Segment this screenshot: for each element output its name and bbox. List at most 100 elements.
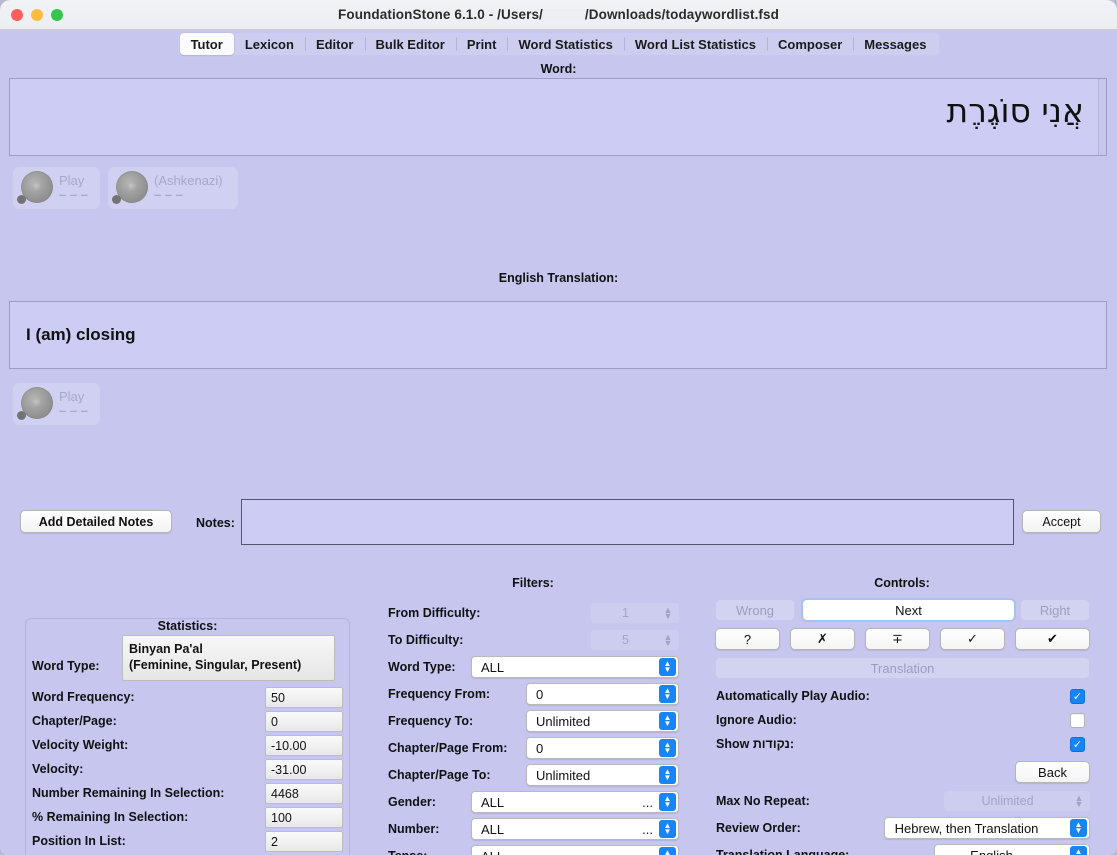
word-heading: Word: bbox=[540, 62, 577, 76]
chevron-updown-icon: ▲▼ bbox=[1070, 846, 1087, 855]
word-type-select[interactable]: ALL ▲ ▼ bbox=[471, 656, 679, 678]
frequency-to-select[interactable]: Unlimited ▲ ▼ bbox=[526, 710, 679, 732]
chevron-updown-icon: ▲▼ bbox=[659, 685, 676, 703]
chevron-updown-icon: ▲▼ bbox=[659, 712, 676, 730]
translation-display-field[interactable]: I (am) closing bbox=[9, 301, 1107, 369]
tab-lexicon[interactable]: Lexicon bbox=[234, 33, 305, 55]
play-translation-audio-button[interactable]: Play – – – bbox=[13, 383, 100, 425]
stat-value[interactable]: 0 bbox=[265, 711, 343, 732]
select-value: Unlimited bbox=[536, 713, 591, 729]
filter-label: Chapter/Page From: bbox=[388, 741, 508, 755]
back-button[interactable]: Back bbox=[1015, 761, 1090, 783]
stat-label: Number Remaining In Selection: bbox=[32, 786, 225, 800]
chevron-updown-icon: ▲▼ bbox=[659, 658, 676, 676]
word-display-field[interactable]: אֲנִי סוֹגֶרֶת bbox=[9, 78, 1107, 156]
chevron-updown-icon[interactable]: ▲ ▼ bbox=[660, 633, 676, 648]
grade-correct-button[interactable]: ✓ bbox=[940, 628, 1005, 650]
translation-language-select[interactable]: English ▲▼ bbox=[934, 844, 1090, 855]
window-controls bbox=[11, 0, 63, 29]
audio-button-title: (Ashkenazi) bbox=[154, 173, 223, 189]
stat-value[interactable]: -10.00 bbox=[265, 735, 343, 756]
filter-row-frequency-to: Frequency To: Unlimited ▲ ▼ bbox=[383, 710, 683, 734]
stat-label: % Remaining In Selection: bbox=[32, 810, 189, 824]
tab-label: Tutor bbox=[190, 36, 223, 52]
audio-button-status: – – – bbox=[59, 187, 88, 202]
ignore-audio-checkbox[interactable] bbox=[1070, 713, 1085, 728]
tab-composer[interactable]: Composer bbox=[766, 33, 853, 55]
tab-bulk-editor[interactable]: Bulk Editor bbox=[364, 33, 456, 55]
filter-row-from-difficulty: From Difficulty: 1 ▲ ▼ bbox=[383, 602, 683, 626]
chevron-updown-icon[interactable]: ▲ ▼ bbox=[660, 606, 676, 621]
filter-label: Frequency To: bbox=[388, 714, 474, 728]
checkbox-row-show-nikud: Show נקודות: ✓ bbox=[712, 734, 1092, 758]
zoom-button[interactable] bbox=[51, 8, 63, 21]
tab-strip: Tutor Lexicon Editor Bulk Editor Print W… bbox=[177, 33, 940, 55]
grade-unknown-button[interactable]: ? bbox=[715, 628, 780, 650]
filter-row-chapter-page-from: Chapter/Page From: 0 ▲ ▼ bbox=[383, 737, 683, 761]
tab-messages[interactable]: Messages bbox=[853, 33, 937, 55]
chapter-page-to-select[interactable]: Unlimited ▲ ▼ bbox=[526, 764, 679, 786]
chevron-updown-icon[interactable]: ▲ ▼ bbox=[1071, 794, 1087, 809]
stat-label: Velocity Weight: bbox=[32, 738, 129, 752]
from-difficulty-stepper[interactable]: 1 ▲ ▼ bbox=[591, 603, 679, 623]
translation-text: I (am) closing bbox=[26, 325, 136, 344]
window-title: FoundationStone 6.1.0 - /Users/ /Download… bbox=[0, 7, 1117, 22]
stepper-value: 5 bbox=[622, 633, 629, 647]
to-difficulty-stepper[interactable]: 5 ▲ ▼ bbox=[591, 630, 679, 650]
controls-panel: Controls: Wrong Next Right ? ✗ ∓ ✓ ✔ Tra… bbox=[712, 576, 1092, 855]
auto-play-audio-checkbox[interactable]: ✓ bbox=[1070, 689, 1085, 704]
filters-panel: Filters: From Difficulty: 1 ▲ ▼ To Diffic… bbox=[383, 576, 683, 855]
control-row-review-order: Review Order: Hebrew, then Translation ▲… bbox=[712, 816, 1092, 842]
stat-value[interactable]: 100 bbox=[265, 807, 343, 828]
chapter-page-from-select[interactable]: 0 ▲ ▼ bbox=[526, 737, 679, 759]
translation-button[interactable]: Translation bbox=[715, 657, 1090, 679]
gender-select[interactable]: ALL ... ▲ ▼ bbox=[471, 791, 679, 813]
grade-incorrect-button[interactable]: ✗ bbox=[790, 628, 855, 650]
word-scrollbar[interactable] bbox=[1098, 79, 1106, 155]
tab-editor[interactable]: Editor bbox=[304, 33, 365, 55]
control-label: Translation Language: bbox=[716, 848, 850, 855]
next-button[interactable]: Next bbox=[802, 599, 1015, 621]
stat-row-velocity: Velocity: -31.00 bbox=[32, 759, 345, 781]
tab-word-list-statistics[interactable]: Word List Statistics bbox=[623, 33, 767, 55]
grade-partial-button[interactable]: ∓ bbox=[865, 628, 930, 650]
filter-row-gender: Gender: ALL ... ▲ ▼ bbox=[383, 791, 683, 815]
play-audio-label: Play – – – bbox=[59, 174, 88, 201]
stat-label: Velocity: bbox=[32, 762, 84, 776]
number-select[interactable]: ALL ... ▲ ▼ bbox=[471, 818, 679, 840]
stat-value[interactable]: 50 bbox=[265, 687, 343, 708]
play-audio-button[interactable]: Play – – – bbox=[13, 167, 100, 209]
wrong-button[interactable]: Wrong bbox=[715, 599, 795, 621]
max-no-repeat-stepper[interactable]: Unlimited ▲ ▼ bbox=[944, 791, 1090, 811]
stat-value[interactable]: 4468 bbox=[265, 783, 343, 804]
filter-row-tense: Tense: ALL ... ▲▼ bbox=[383, 845, 683, 855]
close-button[interactable] bbox=[11, 8, 23, 21]
ellipsis-icon: ... bbox=[642, 821, 653, 837]
audio-button-status: – – – bbox=[59, 403, 88, 418]
review-order-select[interactable]: Hebrew, then Translation ▲ ▼ bbox=[884, 817, 1090, 839]
accept-button[interactable]: Accept bbox=[1022, 510, 1101, 533]
show-nikud-checkbox[interactable]: ✓ bbox=[1070, 737, 1085, 752]
checkbox-row-ignore-audio: Ignore Audio: bbox=[712, 710, 1092, 734]
audio-button-status: – – – bbox=[154, 187, 183, 202]
frequency-from-select[interactable]: 0 ▲ ▼ bbox=[526, 683, 679, 705]
grade-correct-strong-button[interactable]: ✔ bbox=[1015, 628, 1090, 650]
tab-tutor[interactable]: Tutor bbox=[179, 33, 234, 55]
stat-value[interactable]: 2 bbox=[265, 831, 343, 852]
notes-input[interactable] bbox=[241, 499, 1014, 545]
stat-value[interactable]: -31.00 bbox=[265, 759, 343, 780]
right-button[interactable]: Right bbox=[1020, 599, 1090, 621]
stat-row-percent-remaining: % Remaining In Selection: 100 bbox=[32, 807, 345, 829]
filter-label: Chapter/Page To: bbox=[388, 768, 491, 782]
filter-row-word-type: Word Type: ALL ▲ ▼ bbox=[383, 656, 683, 680]
add-detailed-notes-button[interactable]: Add Detailed Notes bbox=[20, 510, 172, 533]
minimize-button[interactable] bbox=[31, 8, 43, 21]
play-ashkenazi-audio-button[interactable]: (Ashkenazi) – – – bbox=[108, 167, 238, 209]
tab-word-statistics[interactable]: Word Statistics bbox=[507, 33, 623, 55]
word-type-value: Binyan Pa'al (Feminine, Singular, Presen… bbox=[122, 635, 335, 681]
audio-button-title: Play bbox=[59, 389, 85, 405]
chevron-updown-icon: ▲▼ bbox=[659, 820, 676, 838]
chevron-updown-icon: ▲▼ bbox=[659, 847, 676, 855]
tab-print[interactable]: Print bbox=[455, 33, 508, 55]
tense-select[interactable]: ALL ... ▲▼ bbox=[471, 845, 679, 855]
